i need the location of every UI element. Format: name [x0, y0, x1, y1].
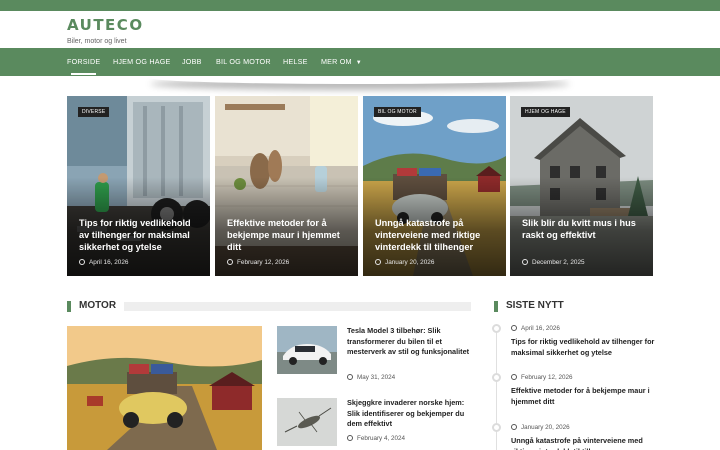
section-accent-bar	[494, 301, 498, 312]
latest-title-1[interactable]: Tips for riktig vedlikehold av tilhenger…	[511, 337, 659, 358]
timeline-dot	[492, 423, 501, 432]
featured-title[interactable]: Unngå katastrofe på vinterveiene med rik…	[375, 217, 496, 253]
nav-shadow	[150, 72, 570, 84]
timeline-dot	[492, 324, 501, 333]
latest-title-3[interactable]: Unngå katastrofe på vinterveiene med rik…	[511, 436, 659, 450]
motor-list-date-text: February 4, 2024	[357, 435, 405, 442]
clock-icon	[227, 259, 233, 265]
latest-date-text: February 12, 2026	[521, 374, 573, 381]
section-accent-bar	[67, 301, 71, 312]
section-heading-siste-nytt: SISTE NYTT	[494, 300, 584, 312]
section-heading-motor: MOTOR	[67, 300, 127, 312]
category-badge[interactable]: BIL OG MOTOR	[374, 107, 421, 117]
motor-list-date-1: May 31, 2024	[347, 374, 395, 381]
motor-list-date-text: May 31, 2024	[357, 374, 396, 381]
timeline-dot	[492, 373, 501, 382]
latest-date-3: January 20, 2026	[511, 424, 570, 431]
section-title: SISTE NYTT	[506, 300, 564, 311]
latest-date-text: April 16, 2026	[521, 325, 560, 332]
clock-icon	[511, 424, 517, 430]
nav-item-mer-om-label: MER OM	[321, 57, 352, 66]
category-badge[interactable]: DIVERSE	[78, 107, 110, 117]
site-tagline: Biler, motor og livet	[67, 38, 127, 45]
motor-featured-image[interactable]	[67, 326, 262, 450]
featured-card-1[interactable]: DIVERSE Tips for riktig vedlikehold av t…	[67, 96, 210, 276]
motor-list-thumbnail-1[interactable]	[277, 326, 337, 374]
motor-list-title-1[interactable]: Tesla Model 3 tilbehør: Slik transformer…	[347, 326, 475, 358]
site-title[interactable]: AUTECO	[67, 16, 144, 34]
featured-date-text: April 16, 2026	[89, 259, 129, 266]
motor-list-date-2: February 4, 2024	[347, 435, 405, 442]
section-title: MOTOR	[79, 300, 117, 311]
clock-icon	[511, 325, 517, 331]
clock-icon	[347, 374, 353, 380]
chevron-down-icon: ▼	[355, 60, 362, 66]
clock-icon	[79, 259, 85, 265]
nav-item-forside[interactable]: FORSIDE	[67, 48, 100, 76]
category-badge[interactable]: HJEM OG HAGE	[521, 107, 570, 117]
featured-card-4[interactable]: HJEM OG HAGE Slik blir du kvitt mus i hu…	[510, 96, 653, 276]
nav-item-hjem-og-hage[interactable]: HJEM OG HAGE	[113, 48, 171, 76]
latest-title-2[interactable]: Effektive metoder for å bekjempe maur i …	[511, 386, 659, 407]
featured-title[interactable]: Effektive metoder for å bekjempe maur i …	[227, 217, 348, 253]
featured-card-2[interactable]: Effektive metoder for å bekjempe maur i …	[215, 96, 358, 276]
clock-icon	[511, 374, 517, 380]
latest-date-1: April 16, 2026	[511, 325, 560, 332]
top-accent-bar	[0, 0, 720, 11]
latest-date-text: January 20, 2026	[521, 424, 570, 431]
featured-date: December 2, 2025	[522, 259, 585, 266]
latest-date-2: February 12, 2026	[511, 374, 572, 381]
featured-title[interactable]: Tips for riktig vedlikehold av tilhenger…	[79, 217, 200, 253]
featured-title[interactable]: Slik blir du kvitt mus i hus raskt og ef…	[522, 217, 643, 241]
motor-list-title-2[interactable]: Skjeggkre invaderer norske hjem: Slik id…	[347, 398, 475, 430]
clock-icon	[347, 435, 353, 441]
tesla-car-picture	[277, 326, 337, 374]
featured-date-text: December 2, 2025	[532, 259, 585, 266]
featured-card-3[interactable]: BIL OG MOTOR Unngå katastrofe på vinterv…	[363, 96, 506, 276]
featured-date: January 20, 2026	[375, 259, 434, 266]
motor-featured-picture	[67, 326, 262, 450]
site-branding: AUTECO Biler, motor og livet	[67, 16, 144, 45]
motor-list-thumbnail-2[interactable]	[277, 398, 337, 446]
featured-date: February 12, 2026	[227, 259, 289, 266]
featured-date-text: February 12, 2026	[237, 259, 290, 266]
silverfish-insect-picture	[277, 398, 337, 446]
card-overlay	[510, 96, 653, 276]
featured-date: April 16, 2026	[79, 259, 128, 266]
clock-icon	[522, 259, 528, 265]
clock-icon	[375, 259, 381, 265]
nav-item-jobb[interactable]: JOBB	[182, 48, 202, 76]
section-divider	[124, 302, 471, 311]
featured-date-text: January 20, 2026	[385, 259, 435, 266]
